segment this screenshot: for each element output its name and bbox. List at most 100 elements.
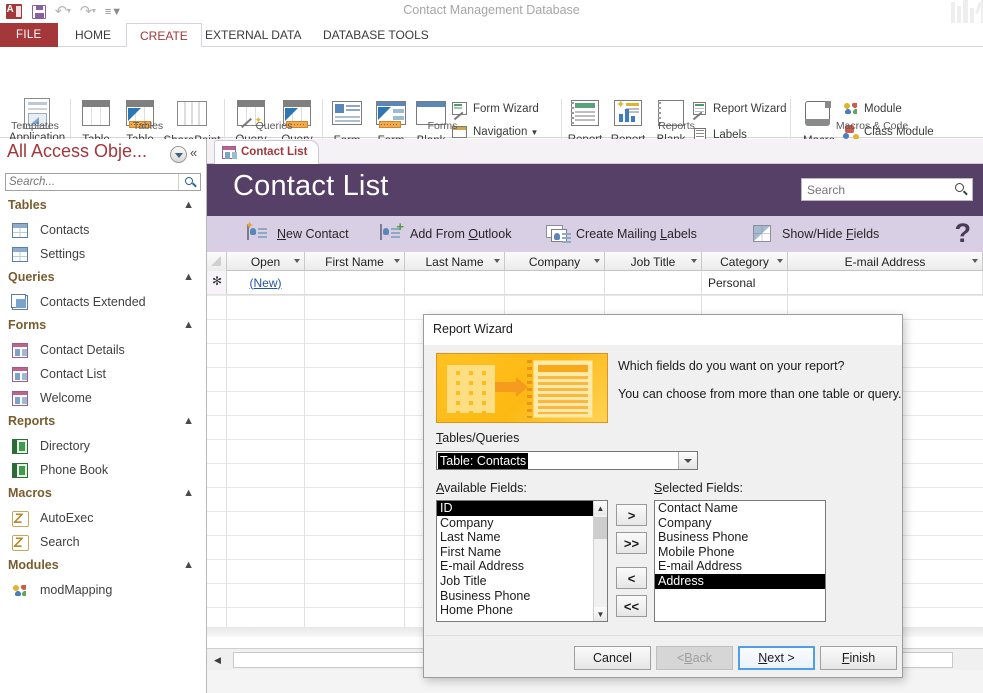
list-item[interactable]: Company [437, 516, 593, 531]
add-field-button[interactable]: > [616, 504, 647, 526]
tab-external-data[interactable]: EXTERNAL DATA [192, 23, 314, 47]
list-item[interactable]: E-mail Address [437, 559, 593, 574]
document-tab-contact-list[interactable]: Contact List [214, 140, 319, 164]
nav-group-macros[interactable]: Macros ▲ [0, 483, 206, 507]
row-selector[interactable] [207, 271, 227, 295]
tab-home[interactable]: HOME [62, 23, 124, 47]
remove-field-button[interactable]: < [616, 567, 647, 589]
list-item[interactable]: Mobile Phone [655, 545, 825, 560]
chevron-down-icon[interactable] [678, 452, 697, 469]
chevron-down-icon[interactable] [594, 259, 600, 263]
tables-queries-combobox[interactable]: Table: Contacts [436, 451, 698, 470]
list-item[interactable]: Company [655, 516, 825, 531]
nav-item-contacts-extended[interactable]: Contacts Extended [0, 291, 206, 315]
cell-company[interactable] [505, 271, 605, 295]
available-fields-listbox[interactable]: ID Company Last Name First Name E-mail A… [436, 500, 608, 622]
nav-group-modules[interactable]: Modules ▲ [0, 555, 206, 579]
new-contact-button[interactable]: ✦ New Contact [247, 222, 349, 246]
selected-fields-listbox[interactable]: Contact Name Company Business Phone Mobi… [654, 500, 826, 622]
form-wizard-button[interactable]: Form Wizard [452, 98, 539, 120]
module-button[interactable]: Module [843, 98, 902, 120]
next-button[interactable]: Next > [738, 646, 815, 670]
chevron-down-icon[interactable] [394, 259, 400, 263]
nav-group-reports[interactable]: Reports ▲ [0, 411, 206, 435]
nav-item-contact-details[interactable]: Contact Details [0, 339, 206, 363]
help-button[interactable]: ? [955, 218, 972, 249]
table-row[interactable]: (New) Personal [207, 271, 983, 295]
cell-job-title[interactable] [605, 271, 702, 295]
search-icon[interactable] [178, 174, 200, 190]
nav-item-modmapping[interactable]: modMapping [0, 579, 206, 603]
list-item[interactable]: Business Phone [437, 589, 593, 604]
chevron-up-icon[interactable]: ▲ [183, 199, 194, 211]
list-item[interactable]: Contact Name [655, 501, 825, 516]
nav-item-contacts[interactable]: Contacts [0, 219, 206, 243]
show-hide-fields-button[interactable]: Show/Hide Fields [752, 222, 879, 246]
column-header-job-title[interactable]: Job Title [605, 252, 702, 271]
chevron-up-icon[interactable]: ▲ [183, 271, 194, 283]
scroll-up-icon[interactable]: ▲ [594, 501, 607, 515]
cell-open[interactable]: (New) [227, 271, 305, 295]
column-header-first-name[interactable]: First Name [305, 252, 405, 271]
select-all-corner[interactable] [207, 252, 227, 271]
tab-create[interactable]: CREATE [126, 23, 202, 48]
scroll-down-icon[interactable]: ▼ [594, 607, 607, 621]
first-record-icon[interactable]: ◀ [214, 655, 221, 666]
scrollbar-thumb[interactable] [594, 517, 607, 539]
column-header-company[interactable]: Company [505, 252, 605, 271]
nav-item-autoexec[interactable]: AutoExec [0, 507, 206, 531]
list-item[interactable]: Last Name [437, 530, 593, 545]
list-item[interactable]: E-mail Address [655, 559, 825, 574]
chevron-down-icon[interactable] [294, 259, 300, 263]
scrollbar[interactable]: ▲ ▼ [593, 501, 607, 621]
column-header-email-address[interactable]: E-mail Address [788, 252, 983, 271]
list-item[interactable]: Job Title [437, 574, 593, 589]
chevron-down-icon[interactable] [494, 259, 500, 263]
new-record-link[interactable]: (New) [250, 276, 282, 290]
add-from-outlook-button[interactable]: + Add From Outlook [380, 222, 511, 246]
column-header-category[interactable]: Category [702, 252, 788, 271]
tab-database-tools[interactable]: DATABASE TOOLS [310, 23, 442, 47]
chevron-down-icon[interactable] [170, 146, 187, 163]
list-item[interactable]: Business Phone [655, 530, 825, 545]
search-input[interactable] [6, 174, 174, 190]
nav-item-phone-book[interactable]: Phone Book [0, 459, 206, 483]
list-item[interactable]: First Name [437, 545, 593, 560]
cell-first-name[interactable] [305, 271, 405, 295]
cell-email-address[interactable] [788, 271, 983, 295]
chevron-down-icon[interactable] [777, 259, 783, 263]
cancel-button[interactable]: Cancel [574, 646, 651, 670]
list-item[interactable]: Home Phone [437, 603, 593, 618]
chevron-down-icon[interactable] [691, 259, 697, 263]
chevron-up-icon[interactable]: ▲ [183, 487, 194, 499]
column-header-open[interactable]: Open [227, 252, 305, 271]
nav-item-welcome[interactable]: Welcome [0, 387, 206, 411]
column-header-last-name[interactable]: Last Name [405, 252, 505, 271]
add-all-fields-button[interactable]: >> [616, 532, 647, 554]
finish-button[interactable]: Finish [820, 646, 897, 670]
nav-item-contact-list[interactable]: Contact List [0, 363, 206, 387]
nav-group-tables[interactable]: Tables ▲ [0, 195, 206, 219]
list-item[interactable]: ID [437, 501, 593, 516]
remove-all-fields-button[interactable]: << [616, 595, 647, 617]
cell-last-name[interactable] [405, 271, 505, 295]
nav-group-forms[interactable]: Forms ▲ [0, 315, 206, 339]
chevron-up-icon[interactable]: ▲ [183, 559, 194, 571]
form-search-box[interactable] [801, 178, 973, 201]
collapse-pane-icon[interactable]: « [190, 145, 197, 160]
nav-item-settings[interactable]: Settings [0, 243, 206, 267]
create-mailing-labels-button[interactable]: Create Mailing Labels [546, 222, 697, 246]
search-icon[interactable] [953, 182, 968, 197]
search-box[interactable] [5, 173, 201, 191]
cell-category[interactable]: Personal [702, 271, 788, 295]
chevron-up-icon[interactable]: ▲ [183, 415, 194, 427]
nav-item-search[interactable]: Search [0, 531, 206, 555]
list-item[interactable]: Address [655, 574, 825, 589]
form-search-input[interactable] [802, 179, 942, 200]
chevron-down-icon[interactable] [972, 259, 978, 263]
nav-group-queries[interactable]: Queries ▲ [0, 267, 206, 291]
chevron-up-icon[interactable]: ▲ [183, 319, 194, 331]
report-wizard-button[interactable]: Report Wizard [692, 98, 787, 120]
nav-item-directory[interactable]: Directory [0, 435, 206, 459]
tab-file[interactable]: FILE [0, 23, 58, 47]
